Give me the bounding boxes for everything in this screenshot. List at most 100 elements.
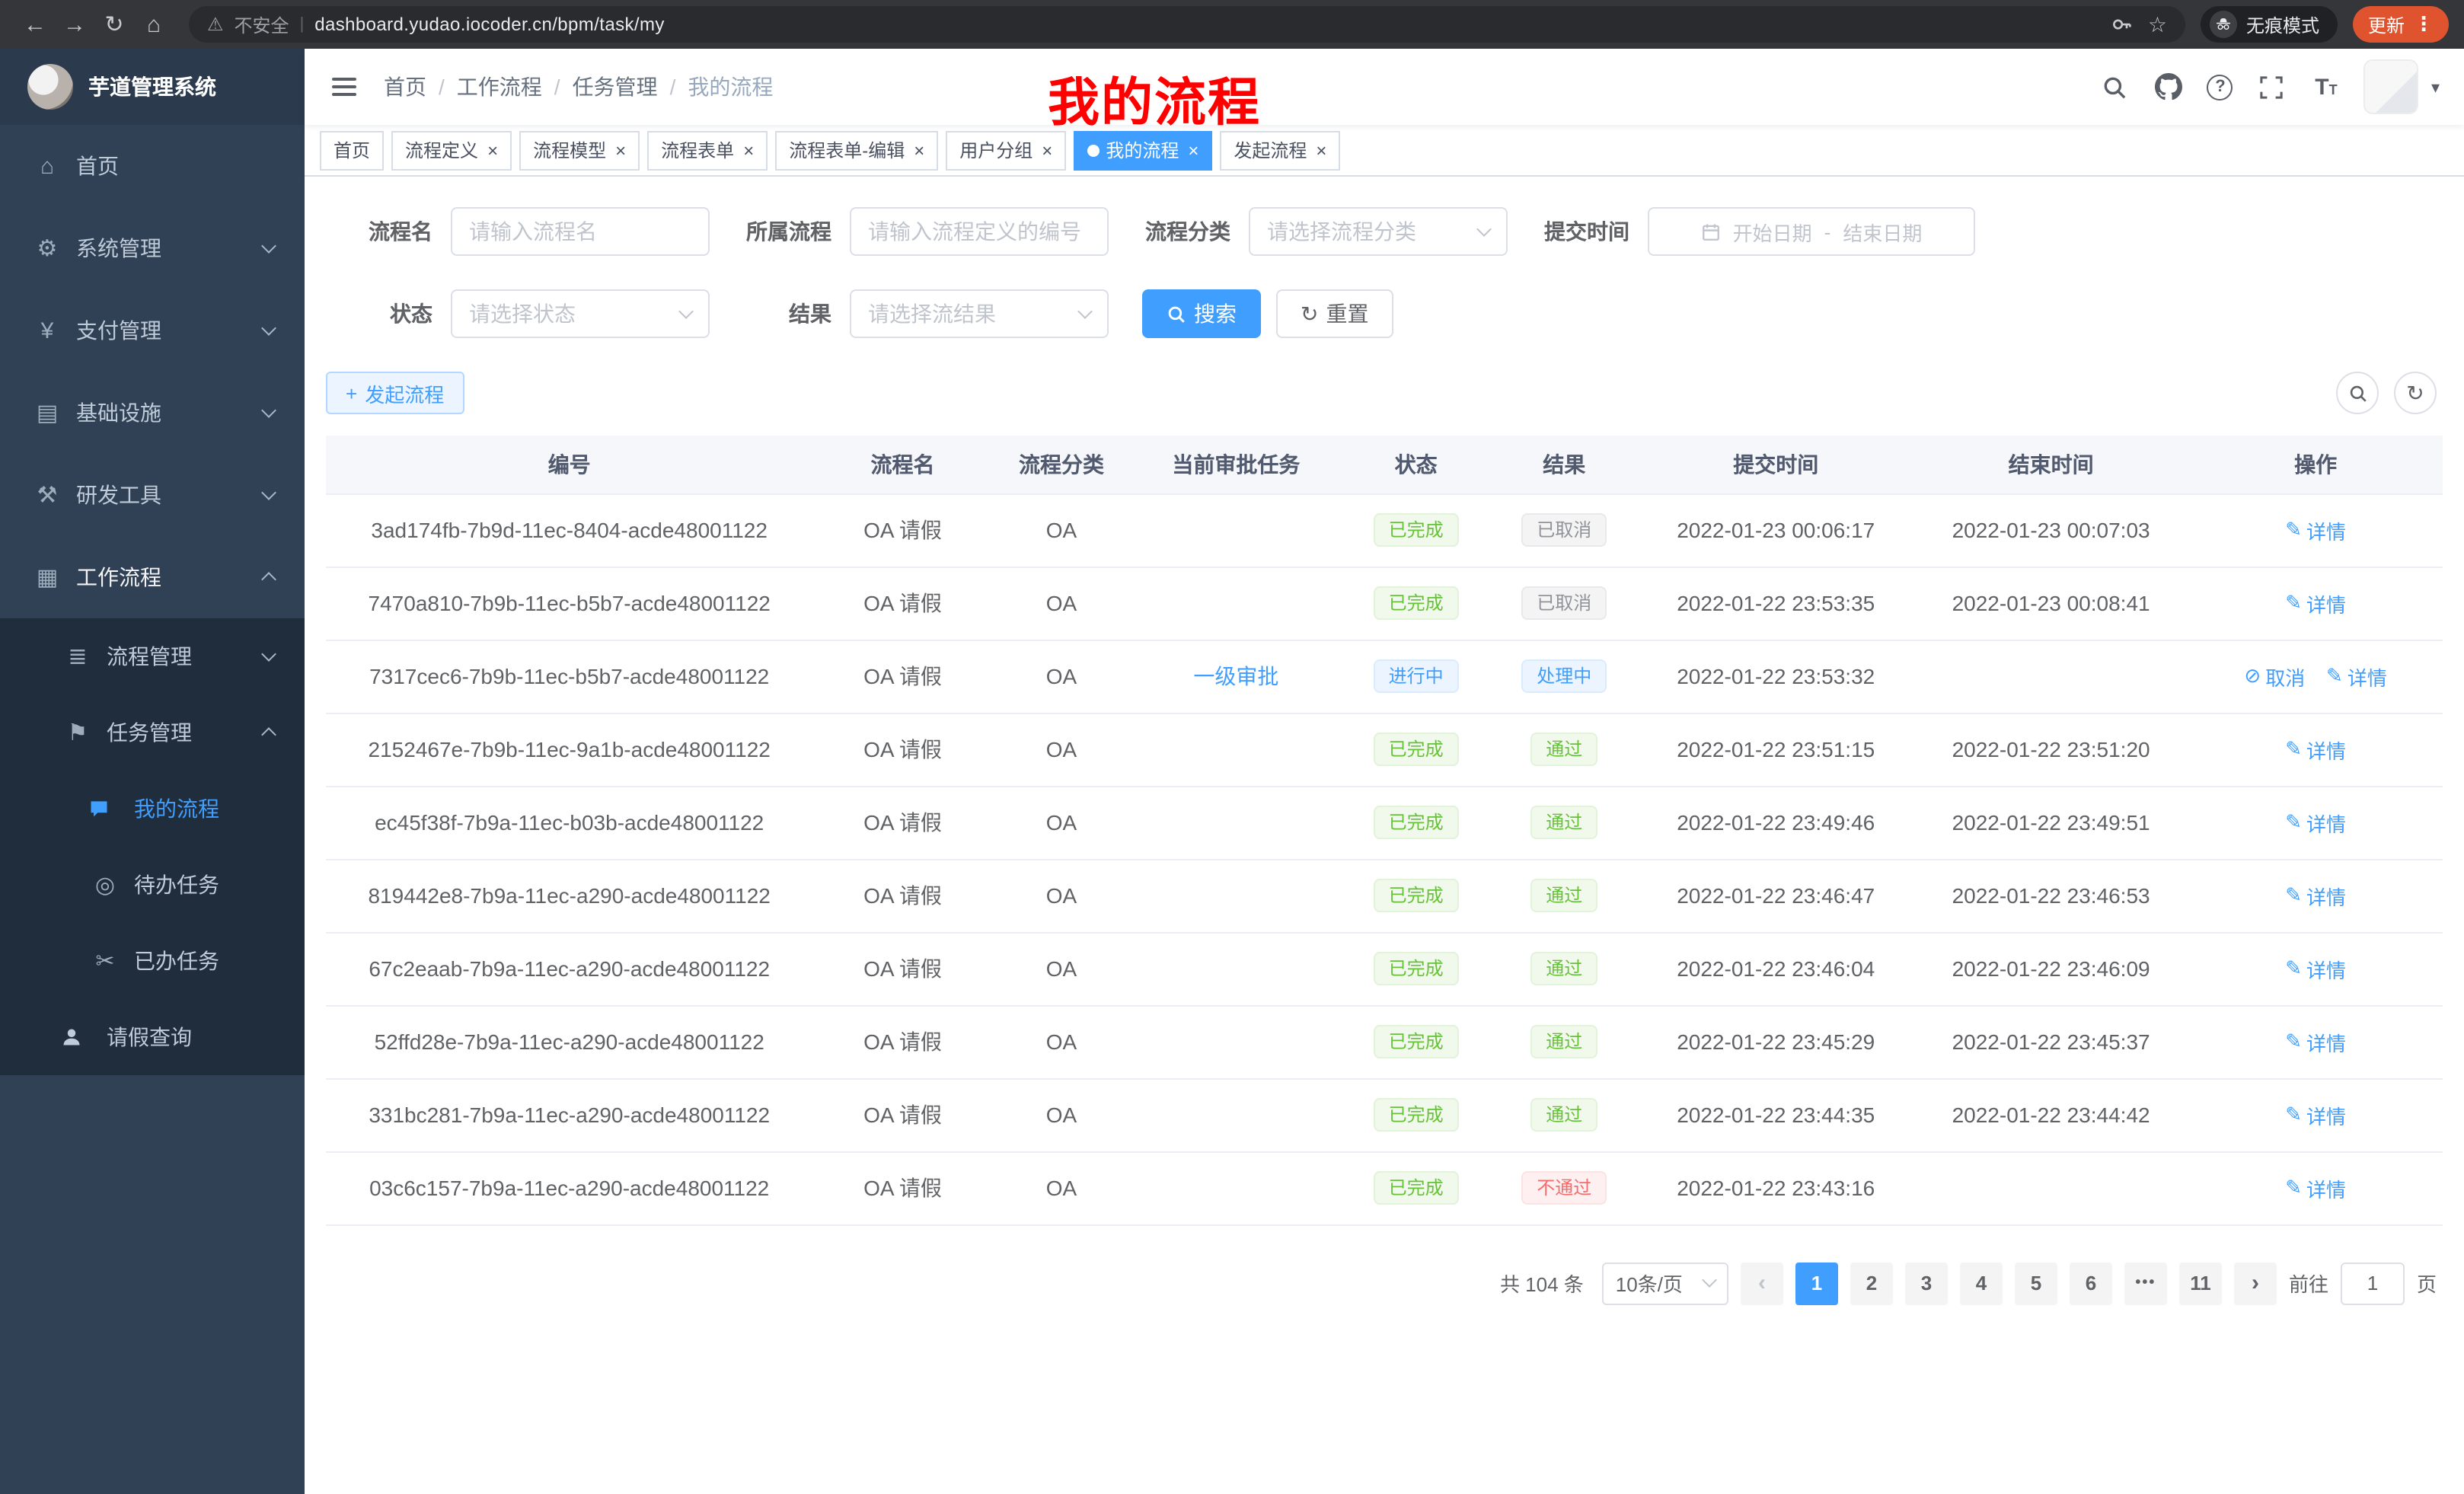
goto-page-input[interactable]: [2341, 1262, 2405, 1304]
browser-menu-icon[interactable]: ⋮: [2414, 12, 2434, 37]
result-badge: 通过: [1530, 1098, 1597, 1132]
cancel-link[interactable]: ⊘取消: [2244, 662, 2305, 691]
key-icon[interactable]: [2111, 14, 2133, 35]
sidebar-item-my-process[interactable]: 我的流程: [0, 771, 305, 847]
sidebar-item-system-management[interactable]: ⚙ 系统管理: [0, 207, 305, 289]
process-name-input[interactable]: [451, 207, 710, 256]
table-row: 03c6c157-7b9a-11ec-a290-acde48001122 OA …: [326, 1151, 2443, 1224]
sidebar-item-home[interactable]: ⌂ 首页: [0, 125, 305, 207]
close-icon[interactable]: ×: [1042, 141, 1052, 159]
process-def-input[interactable]: [850, 207, 1109, 256]
forward-icon[interactable]: →: [55, 5, 94, 44]
back-icon[interactable]: ←: [15, 5, 55, 44]
detail-link[interactable]: ✎详情: [2285, 1027, 2346, 1056]
page-button-6[interactable]: 6: [2070, 1262, 2112, 1304]
sidebar-item-infrastructure[interactable]: ▤ 基础设施: [0, 372, 305, 454]
page-button-4[interactable]: 4: [1960, 1262, 2003, 1304]
tab-process-definition[interactable]: 流程定义 ×: [391, 130, 512, 170]
tab-home[interactable]: 首页: [320, 130, 384, 170]
reload-icon[interactable]: ↻: [94, 5, 134, 44]
tab-process-form-edit[interactable]: 流程表单-编辑 ×: [775, 130, 938, 170]
detail-link[interactable]: ✎详情: [2285, 808, 2346, 837]
close-icon[interactable]: ×: [743, 141, 754, 159]
search-icon[interactable]: [2098, 70, 2131, 104]
tab-process-form[interactable]: 流程表单 ×: [647, 130, 768, 170]
process-management-icon: ≣: [61, 643, 94, 670]
plus-icon: +: [346, 381, 357, 404]
github-icon[interactable]: [2153, 70, 2186, 104]
sidebar-item-process-management[interactable]: ≣ 流程管理: [0, 618, 305, 694]
detail-link[interactable]: ✎详情: [2326, 662, 2387, 691]
address-bar[interactable]: ⚠ 不安全 | dashboard.yudao.iocoder.cn/bpm/t…: [189, 6, 2185, 43]
col-end-time: 结束时间: [1913, 436, 2188, 493]
detail-link[interactable]: ✎详情: [2285, 954, 2346, 983]
chevron-down-icon: [261, 485, 276, 500]
detail-link[interactable]: ✎详情: [2285, 881, 2346, 910]
prev-page-button[interactable]: ‹: [1741, 1262, 1783, 1304]
close-icon[interactable]: ×: [1188, 141, 1198, 159]
gear-icon: ⚙: [30, 235, 64, 262]
page-button-5[interactable]: 5: [2015, 1262, 2057, 1304]
status-badge: 已完成: [1374, 1025, 1459, 1058]
close-icon[interactable]: ×: [1316, 141, 1326, 159]
bookmark-star-icon[interactable]: ☆: [2148, 11, 2167, 37]
table-row: 331bc281-7b9a-11ec-a290-acde48001122 OA …: [326, 1078, 2443, 1151]
col-current-task: 当前审批任务: [1130, 436, 1342, 493]
close-icon[interactable]: ×: [487, 141, 498, 159]
refresh-table-button[interactable]: ↻: [2394, 372, 2437, 414]
caret-down-icon[interactable]: ▾: [2431, 77, 2440, 97]
sidebar-item-dev-tools[interactable]: ⚒ 研发工具: [0, 454, 305, 536]
col-id: 编号: [326, 436, 812, 493]
detail-link[interactable]: ✎详情: [2285, 1100, 2346, 1129]
fullscreen-icon[interactable]: [2255, 70, 2288, 104]
result-badge: 通过: [1530, 879, 1597, 912]
help-icon[interactable]: ?: [2207, 74, 2233, 100]
tab-my-process[interactable]: 我的流程 ×: [1074, 130, 1212, 170]
tab-process-model[interactable]: 流程模型 ×: [519, 130, 640, 170]
page-size-select[interactable]: 10条/页: [1602, 1262, 1728, 1304]
browser-home-icon[interactable]: ⌂: [134, 5, 174, 44]
page-button-3[interactable]: 3: [1905, 1262, 1948, 1304]
table-row: 52ffd28e-7b9a-11ec-a290-acde48001122 OA …: [326, 1005, 2443, 1078]
sidebar-item-todo-tasks[interactable]: ◎ 待办任务: [0, 847, 305, 923]
font-size-icon[interactable]: TT: [2309, 70, 2343, 104]
category-select[interactable]: 请选择流程分类: [1249, 207, 1508, 256]
tab-start-process[interactable]: 发起流程 ×: [1220, 130, 1340, 170]
current-task-link[interactable]: 一级审批: [1193, 664, 1278, 688]
update-button[interactable]: 更新 ⋮: [2353, 6, 2449, 43]
close-icon[interactable]: ×: [914, 141, 924, 159]
close-icon[interactable]: ×: [615, 141, 626, 159]
navbar: 首页 / 工作流程 / 任务管理 / 我的流程 ?: [305, 49, 2464, 125]
next-page-button[interactable]: ›: [2234, 1262, 2277, 1304]
status-select[interactable]: 请选择状态: [451, 289, 710, 338]
app-logo[interactable]: 芋道管理系统: [0, 49, 305, 125]
sidebar-item-leave-query[interactable]: 请假查询: [0, 999, 305, 1075]
breadcrumb-home[interactable]: 首页: [384, 72, 426, 102]
detail-link[interactable]: ✎详情: [2285, 516, 2346, 544]
edit-icon: ✎: [2285, 883, 2302, 908]
submit-time-range-picker[interactable]: 开始日期 - 结束日期: [1648, 207, 1975, 256]
detail-link[interactable]: ✎详情: [2285, 735, 2346, 764]
col-result: 结果: [1490, 436, 1639, 493]
sidebar-item-workflow[interactable]: ▦ 工作流程: [0, 536, 305, 618]
hamburger-icon[interactable]: [329, 72, 359, 102]
avatar[interactable]: [2364, 59, 2419, 114]
sidebar-item-done-tasks[interactable]: ✂ 已办任务: [0, 923, 305, 999]
breadcrumb-task-management[interactable]: 任务管理: [573, 72, 658, 102]
reset-button[interactable]: ↻ 重置: [1276, 289, 1393, 338]
result-select[interactable]: 请选择流结果: [850, 289, 1109, 338]
tab-user-group[interactable]: 用户分组 ×: [946, 130, 1066, 170]
page-button-1[interactable]: 1: [1795, 1262, 1838, 1304]
sidebar-item-payment-management[interactable]: ¥ 支付管理: [0, 289, 305, 372]
breadcrumb-workflow[interactable]: 工作流程: [457, 72, 542, 102]
more-pages-button[interactable]: •••: [2124, 1262, 2167, 1304]
table-header-row: 编号 流程名 流程分类 当前审批任务 状态 结果 提交时间 结束时间 操作: [326, 436, 2443, 493]
create-process-button[interactable]: + 发起流程: [326, 372, 464, 414]
page-button-2[interactable]: 2: [1850, 1262, 1893, 1304]
search-button[interactable]: 搜索: [1142, 289, 1261, 338]
detail-link[interactable]: ✎详情: [2285, 589, 2346, 618]
sidebar-item-task-management[interactable]: ⚑ 任务管理: [0, 694, 305, 771]
page-button-11[interactable]: 11: [2179, 1262, 2222, 1304]
search-toggle-button[interactable]: [2336, 372, 2379, 414]
detail-link[interactable]: ✎详情: [2285, 1173, 2346, 1202]
